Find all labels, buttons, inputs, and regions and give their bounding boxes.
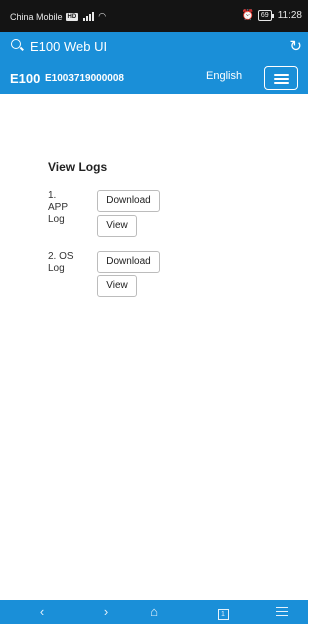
status-left: China Mobile HD ◠ (10, 11, 106, 22)
app-log-view-button[interactable]: View (97, 215, 137, 237)
forward-icon[interactable]: › (86, 600, 126, 624)
menu-icon[interactable] (262, 600, 302, 624)
brand-title[interactable]: E100 (10, 71, 40, 86)
status-bar: China Mobile HD ◠ ⏰ 69 11:28 (0, 0, 308, 32)
reload-icon[interactable]: ↻ (289, 37, 302, 55)
tabs-icon[interactable]: 1 (203, 600, 243, 624)
alarm-icon: ⏰ (241, 10, 254, 21)
hamburger-menu-button[interactable] (264, 66, 298, 90)
status-right: ⏰ 69 11:28 (241, 10, 302, 21)
os-log-view-button[interactable]: View (97, 275, 137, 297)
language-selector[interactable]: English (206, 70, 242, 82)
browser-bottom-nav: ‹ › ⌂ 1 (0, 600, 308, 624)
wifi-icon: ◠ (98, 11, 107, 21)
search-icon[interactable] (11, 39, 21, 49)
carrier-name: China Mobile (10, 11, 63, 22)
home-icon[interactable]: ⌂ (134, 600, 174, 624)
hd-badge: HD (65, 12, 79, 21)
app-log-label: 1. APP Log (48, 190, 69, 225)
app-log-download-button[interactable]: Download (97, 190, 160, 212)
browser-url-bar[interactable]: E100 Web UI ↻ (0, 32, 308, 61)
battery-icon: 69 (257, 10, 274, 21)
os-log-download-button[interactable]: Download (97, 251, 160, 273)
app-header: E100 E1003719000008 English (0, 61, 308, 94)
signal-icon (83, 12, 95, 21)
device-serial: E1003719000008 (45, 73, 124, 84)
url-text[interactable]: E100 Web UI (30, 39, 107, 54)
back-icon[interactable]: ‹ (22, 600, 62, 624)
page-title: View Logs (48, 160, 108, 174)
clock: 11:28 (277, 10, 302, 21)
menu-icon (274, 74, 289, 76)
os-log-label: 2. OS Log (48, 251, 74, 274)
